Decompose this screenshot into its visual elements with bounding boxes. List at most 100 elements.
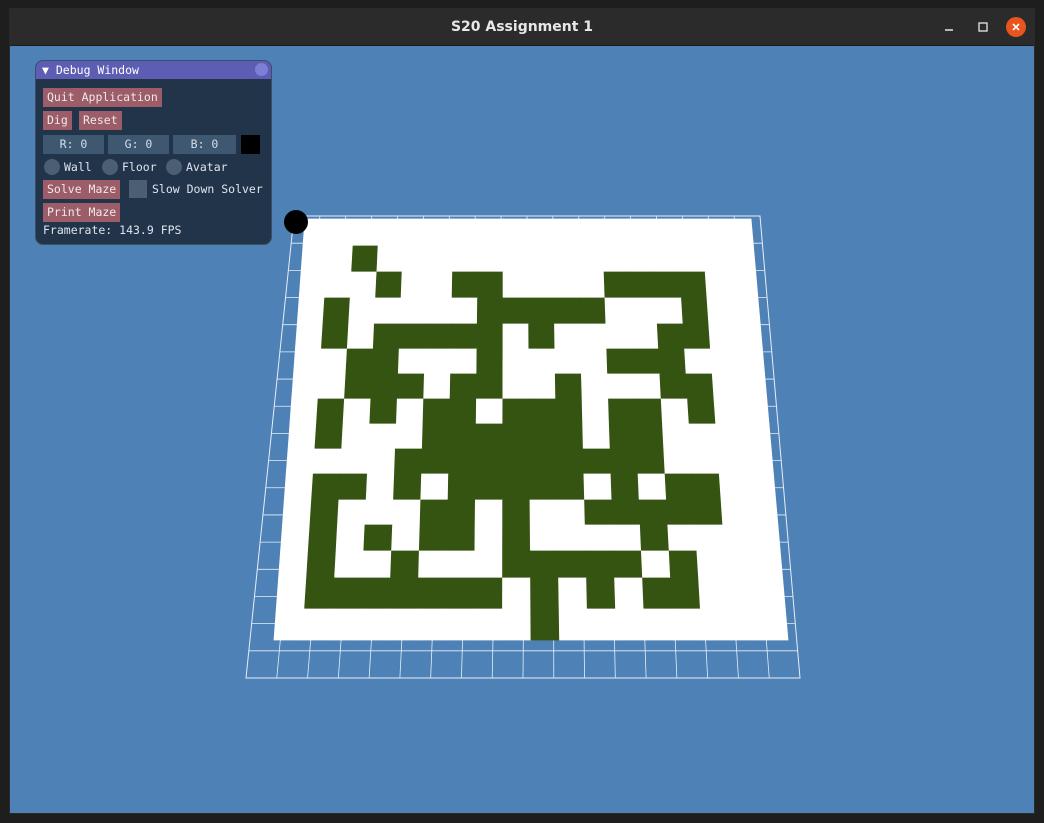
maze-floor-cell[interactable] <box>275 577 308 610</box>
maze-floor-cell[interactable] <box>554 348 582 375</box>
floor-radio[interactable] <box>102 159 118 175</box>
maze-wall-cell[interactable] <box>316 398 345 425</box>
maze-floor-cell[interactable] <box>715 423 745 450</box>
maze-wall-cell[interactable] <box>654 271 682 299</box>
maze-floor-cell[interactable] <box>722 524 753 552</box>
maze-floor-cell[interactable] <box>527 245 555 273</box>
maze-wall-cell[interactable] <box>421 448 450 475</box>
dig-button[interactable]: Dig <box>43 111 72 130</box>
maze-wall-cell[interactable] <box>668 550 700 579</box>
blue-slider[interactable]: B: 0 <box>173 135 236 154</box>
wall-radio[interactable] <box>44 159 60 175</box>
maze-floor-cell[interactable] <box>528 373 557 400</box>
maze-floor-cell[interactable] <box>397 348 426 375</box>
maze-floor-cell[interactable] <box>391 524 421 552</box>
maze-floor-cell[interactable] <box>745 473 777 501</box>
maze-wall-cell[interactable] <box>447 499 476 526</box>
maze-floor-cell[interactable] <box>477 245 504 273</box>
maze-floor-cell[interactable] <box>298 271 327 299</box>
title-bar[interactable]: S20 Assignment 1 <box>10 9 1034 46</box>
maze-floor-cell[interactable] <box>273 608 306 641</box>
maze-floor-cell[interactable] <box>677 245 706 273</box>
maze-wall-cell[interactable] <box>322 297 351 325</box>
maze-floor-cell[interactable] <box>582 423 611 450</box>
maze-wall-cell[interactable] <box>422 398 451 425</box>
maze-wall-cell[interactable] <box>635 423 665 450</box>
maze-wall-cell[interactable] <box>639 524 670 552</box>
maze-wall-cell[interactable] <box>371 348 400 375</box>
maze-floor-cell[interactable] <box>366 448 396 475</box>
maze-floor-cell[interactable] <box>529 524 559 552</box>
maze-floor-cell[interactable] <box>291 373 321 400</box>
maze-floor-cell[interactable] <box>552 245 580 273</box>
maze-floor-cell[interactable] <box>427 218 455 247</box>
maze-floor-cell[interactable] <box>502 577 532 610</box>
maze-floor-cell[interactable] <box>474 524 504 552</box>
maze-floor-cell[interactable] <box>732 297 761 325</box>
maze-floor-cell[interactable] <box>289 398 319 425</box>
maze-floor-cell[interactable] <box>420 473 450 501</box>
maze-wall-cell[interactable] <box>398 323 427 350</box>
green-slider[interactable]: G: 0 <box>108 135 169 154</box>
maze-wall-cell[interactable] <box>530 608 561 641</box>
maze-wall-cell[interactable] <box>447 473 477 501</box>
maze-floor-cell[interactable] <box>728 608 760 641</box>
maze-floor-cell[interactable] <box>743 448 774 475</box>
maze-floor-cell[interactable] <box>477 218 504 247</box>
maze-floor-cell[interactable] <box>702 245 731 273</box>
maze-floor-cell[interactable] <box>614 577 645 610</box>
maze-floor-cell[interactable] <box>602 245 630 273</box>
slow-down-solver-checkbox[interactable] <box>129 180 147 198</box>
maze-wall-cell[interactable] <box>345 348 374 375</box>
maze-wall-cell[interactable] <box>311 473 341 501</box>
maze-floor-cell[interactable] <box>643 608 675 641</box>
maze-floor-cell[interactable] <box>704 271 733 299</box>
maze-wall-cell[interactable] <box>659 373 689 400</box>
maze-floor-cell[interactable] <box>502 373 530 400</box>
maze-wall-cell[interactable] <box>388 577 420 610</box>
maze-floor-cell[interactable] <box>359 608 390 641</box>
maze-floor-cell[interactable] <box>446 550 476 579</box>
maze-floor-cell[interactable] <box>502 323 530 350</box>
maze-floor-cell[interactable] <box>502 245 529 273</box>
maze-floor-cell[interactable] <box>631 323 660 350</box>
maze-floor-cell[interactable] <box>710 348 739 375</box>
maze-floor-cell[interactable] <box>612 524 642 552</box>
maze-wall-cell[interactable] <box>502 297 530 325</box>
maze-floor-cell[interactable] <box>349 271 378 299</box>
maze-floor-cell[interactable] <box>584 524 615 552</box>
maze-floor-cell[interactable] <box>450 348 478 375</box>
maze-floor-cell[interactable] <box>580 373 609 400</box>
maze-wall-cell[interactable] <box>314 423 344 450</box>
maze-floor-cell[interactable] <box>684 348 713 375</box>
maze-floor-cell[interactable] <box>399 297 428 325</box>
maze-wall-cell[interactable] <box>586 577 617 610</box>
maze-wall-cell[interactable] <box>309 499 340 526</box>
maze-wall-cell[interactable] <box>473 577 504 610</box>
maze-wall-cell[interactable] <box>502 473 531 501</box>
maze-floor-cell[interactable] <box>342 398 372 425</box>
maze-wall-cell[interactable] <box>304 577 336 610</box>
maze-wall-cell[interactable] <box>332 577 364 610</box>
maze-floor-cell[interactable] <box>607 373 636 400</box>
maze-floor-cell[interactable] <box>339 448 370 475</box>
maze-floor-cell[interactable] <box>502 348 530 375</box>
maze-floor-cell[interactable] <box>626 218 654 247</box>
maze-wall-cell[interactable] <box>530 577 560 610</box>
maze-floor-cell[interactable] <box>605 323 634 350</box>
maze-floor-cell[interactable] <box>502 271 530 299</box>
maze-wall-cell[interactable] <box>424 323 453 350</box>
maze-floor-cell[interactable] <box>718 473 749 501</box>
maze-floor-cell[interactable] <box>696 550 728 579</box>
maze-wall-cell[interactable] <box>556 473 586 501</box>
maze-floor-cell[interactable] <box>426 271 454 299</box>
maze-wall-cell[interactable] <box>670 577 701 610</box>
maze-floor-cell[interactable] <box>327 218 356 247</box>
color-swatch[interactable] <box>241 135 260 154</box>
maze-wall-cell[interactable] <box>632 348 661 375</box>
maze-wall-cell[interactable] <box>579 297 607 325</box>
maze-wall-cell[interactable] <box>682 323 711 350</box>
maze-wall-cell[interactable] <box>681 297 710 325</box>
maze-wall-cell[interactable] <box>375 271 403 299</box>
maze-floor-cell[interactable] <box>726 577 758 610</box>
